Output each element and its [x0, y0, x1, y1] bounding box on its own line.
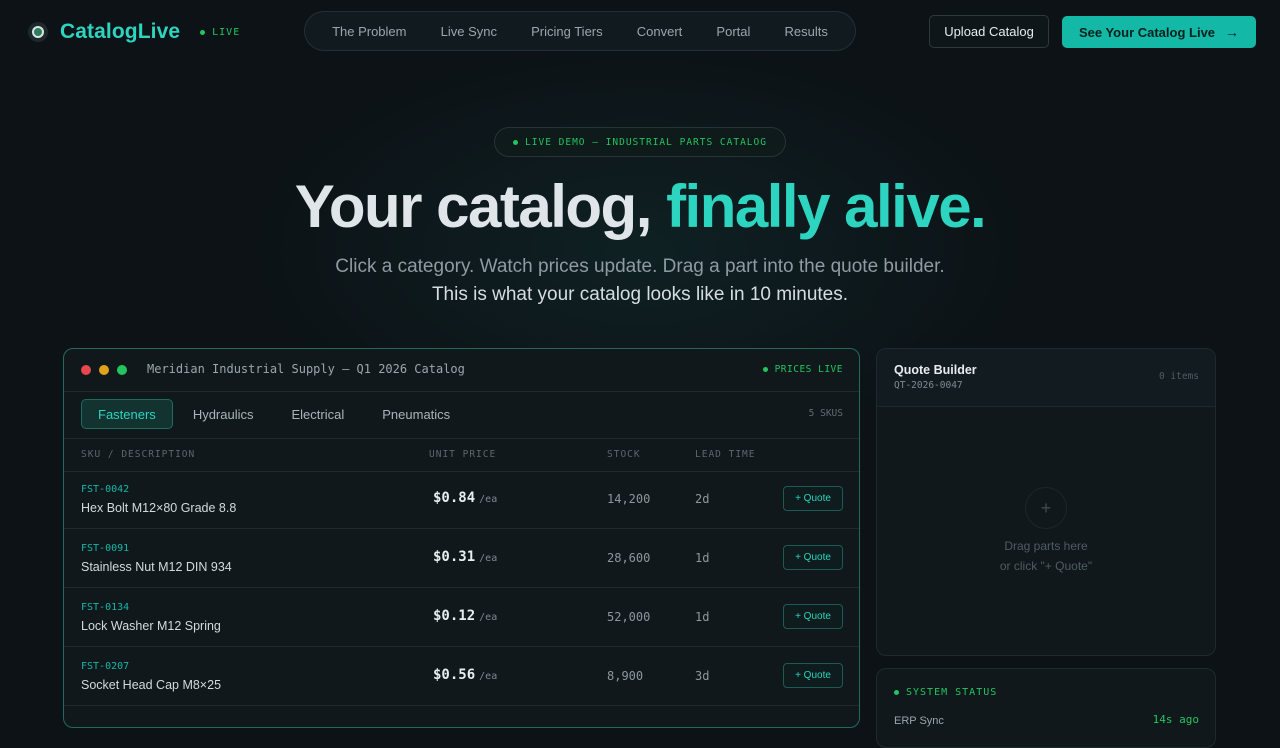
hero-subtitle: Click a category. Watch prices update. D… [335, 256, 945, 277]
table-row[interactable]: FST-0042 Hex Bolt M12×80 Grade 8.8 $0.84… [64, 470, 859, 529]
quote-item-count: 0 items [1158, 371, 1199, 382]
row-sku: FST-0042 [81, 484, 130, 495]
price-unit: /ea [479, 671, 498, 682]
demo-pill-label: LIVE DEMO — INDUSTRIAL PARTS CATALOG [525, 136, 767, 148]
sku-count: 5 SKUS [808, 408, 843, 419]
live-label: LIVE [212, 26, 241, 38]
nav-link-results[interactable]: Results [785, 24, 828, 39]
catalog-window: Meridian Industrial Supply — Q1 2026 Cat… [63, 348, 860, 728]
add-to-quote-button[interactable]: + Quote [783, 486, 843, 511]
row-sku: FST-0134 [81, 602, 130, 613]
live-indicator: LIVE [200, 27, 240, 38]
window-titlebar: Meridian Industrial Supply — Q1 2026 Cat… [64, 349, 859, 392]
price-unit: /ea [479, 612, 498, 623]
table-row[interactable]: FST-0091 Stainless Nut M12 DIN 934 $0.31… [64, 529, 859, 588]
prices-live-dot-icon [762, 367, 768, 372]
window-minimize-icon [99, 365, 109, 375]
table-header: SKU / DESCRIPTION UNIT PRICE STOCK LEAD … [64, 438, 859, 472]
row-sku: FST-0091 [81, 543, 130, 554]
system-status-panel: SYSTEM STATUS ERP Sync 14s ago [876, 668, 1216, 748]
add-to-quote-button[interactable]: + Quote [783, 663, 843, 688]
hero-headline: Your catalog, finally alive. [0, 172, 1280, 242]
row-price: $0.31/ea [433, 549, 497, 565]
brand[interactable]: CatalogLive LIVE [28, 19, 240, 45]
column-stock: STOCK [607, 449, 641, 460]
quote-builder-title: Quote Builder [894, 363, 977, 377]
window-title: Meridian Industrial Supply — Q1 2026 Cat… [147, 362, 465, 376]
price-value: $0.84 [433, 490, 476, 506]
nav-link-pricing-tiers[interactable]: Pricing Tiers [531, 24, 603, 39]
erp-sync-label: ERP Sync [894, 715, 944, 727]
headline-main: Your catalog, [294, 173, 667, 240]
system-status-title: SYSTEM STATUS [894, 687, 997, 698]
headline-accent: finally alive. [666, 173, 987, 240]
add-to-quote-button[interactable]: + Quote [783, 604, 843, 629]
row-lead-time: 3d [695, 669, 710, 683]
plus-icon: + [1025, 487, 1067, 529]
tab-pneumatics[interactable]: Pneumatics [364, 399, 468, 429]
row-price: $0.12/ea [433, 608, 497, 624]
tab-hydraulics[interactable]: Hydraulics [175, 399, 272, 429]
brand-logo-icon [28, 22, 48, 42]
drop-hint: Drag parts here [1004, 539, 1088, 553]
row-stock: 52,000 [607, 610, 651, 624]
price-value: $0.12 [433, 608, 476, 624]
see-catalog-live-button[interactable]: See Your Catalog Live → [1062, 16, 1256, 48]
system-status-label: SYSTEM STATUS [906, 687, 998, 698]
top-nav: CatalogLive LIVE The Problem Live Sync P… [0, 0, 1280, 64]
category-tabs: Fasteners Hydraulics Electrical Pneumati… [81, 399, 470, 429]
row-stock: 8,900 [607, 669, 644, 683]
quote-id: QT-2026-0047 [894, 380, 963, 391]
arrow-right-icon: → [1225, 24, 1240, 40]
nav-link-convert[interactable]: Convert [637, 24, 683, 39]
column-unit-price: UNIT PRICE [429, 449, 497, 460]
nav-link-live-sync[interactable]: Live Sync [441, 24, 497, 39]
row-sku: FST-0207 [81, 661, 130, 672]
drop-hint-secondary: or click "+ Quote" [999, 559, 1093, 573]
live-dot-icon [200, 29, 206, 35]
prices-live-status: PRICES LIVE [762, 364, 843, 375]
row-price: $0.56/ea [433, 667, 497, 683]
price-unit: /ea [479, 553, 498, 564]
row-stock: 14,200 [607, 492, 651, 506]
live-demo-pill: LIVE DEMO — INDUSTRIAL PARTS CATALOG [494, 127, 786, 157]
demo-dot-icon [513, 139, 519, 145]
row-price: $0.84/ea [433, 490, 497, 506]
row-description: Socket Head Cap M8×25 [81, 678, 222, 692]
nav-link-the-problem[interactable]: The Problem [332, 24, 406, 39]
prices-live-label: PRICES LIVE [774, 364, 843, 375]
hero-subtitle-2: This is what your catalog looks like in … [431, 284, 849, 305]
status-dot-icon [894, 690, 899, 695]
tab-fasteners[interactable]: Fasteners [81, 399, 173, 429]
price-unit: /ea [479, 494, 498, 505]
cta-label: See Your Catalog Live [1078, 24, 1216, 40]
row-description: Stainless Nut M12 DIN 934 [81, 560, 232, 574]
window-close-icon [81, 365, 91, 375]
row-lead-time: 1d [695, 610, 710, 624]
row-stock: 28,600 [607, 551, 651, 565]
upload-catalog-button[interactable]: Upload Catalog [929, 15, 1049, 48]
quote-builder[interactable]: Quote Builder QT-2026-0047 0 items + Dra… [876, 348, 1216, 656]
column-lead-time: LEAD TIME [695, 449, 756, 460]
add-to-quote-button[interactable]: + Quote [783, 545, 843, 570]
row-description: Hex Bolt M12×80 Grade 8.8 [81, 501, 237, 515]
price-value: $0.31 [433, 549, 476, 565]
price-value: $0.56 [433, 667, 476, 683]
nav-link-portal[interactable]: Portal [716, 24, 750, 39]
nav-links: The Problem Live Sync Pricing Tiers Conv… [304, 11, 856, 51]
column-sku-description: SKU / DESCRIPTION [81, 449, 196, 460]
quote-builder-header: Quote Builder QT-2026-0047 0 items [877, 349, 1215, 407]
brand-name: CatalogLive [60, 20, 181, 43]
table-row[interactable]: FST-0134 Lock Washer M12 Spring $0.12/ea… [64, 588, 859, 647]
row-description: Lock Washer M12 Spring [81, 619, 221, 633]
tab-electrical[interactable]: Electrical [274, 399, 363, 429]
table-row[interactable]: FST-0207 Socket Head Cap M8×25 $0.56/ea … [64, 647, 859, 706]
window-maximize-icon [117, 365, 127, 375]
row-lead-time: 1d [695, 551, 710, 565]
row-lead-time: 2d [695, 492, 710, 506]
